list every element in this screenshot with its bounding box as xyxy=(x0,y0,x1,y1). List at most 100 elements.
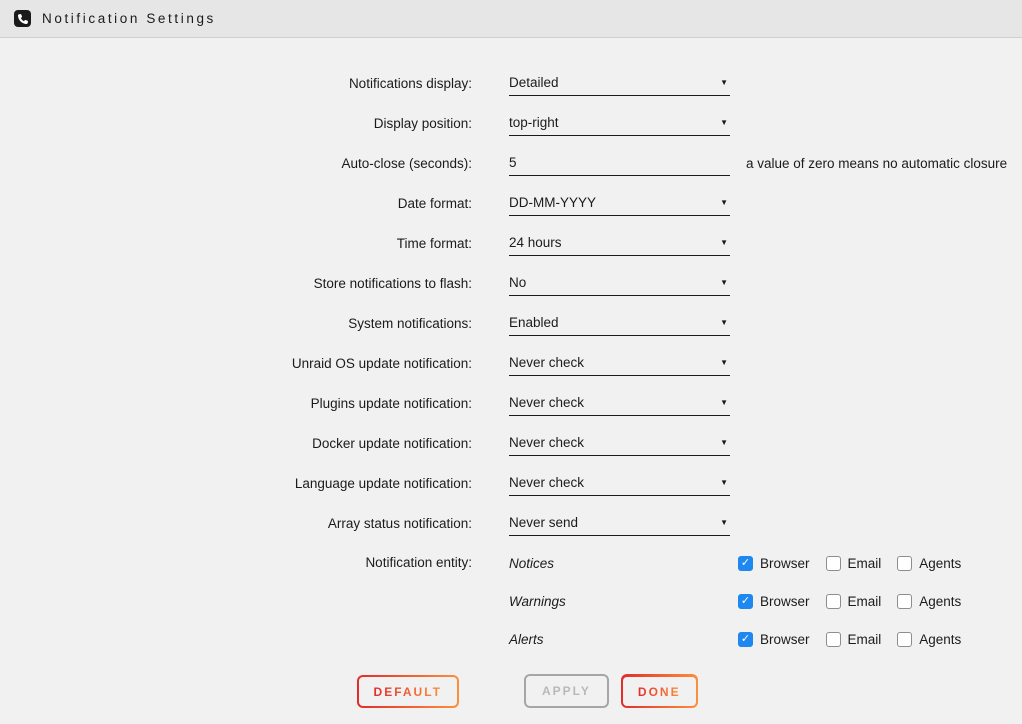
notifications-display-select[interactable]: Detailed ▼ xyxy=(509,70,730,96)
chevron-down-icon: ▼ xyxy=(720,198,728,207)
done-button[interactable]: DONE xyxy=(621,674,698,708)
select-value: Never check xyxy=(509,355,584,370)
field-label: Auto-close (seconds): xyxy=(0,144,472,184)
field-label: Notification entity: xyxy=(0,544,472,582)
field-label: System notifications: xyxy=(0,304,472,344)
checkbox-box[interactable] xyxy=(826,632,841,647)
chevron-down-icon: ▼ xyxy=(720,118,728,127)
field-label: Plugins update notification: xyxy=(0,384,472,424)
page-title: Notification Settings xyxy=(42,11,216,26)
time-format-select[interactable]: 24 hours ▼ xyxy=(509,230,730,256)
select-value: 24 hours xyxy=(509,235,562,250)
field-label: Language update notification: xyxy=(0,464,472,504)
row-time-format: Time format: 24 hours ▼ xyxy=(0,224,1022,264)
warnings-browser-checkbox[interactable]: Browser xyxy=(738,594,810,609)
array-status-notification-select[interactable]: Never send ▼ xyxy=(509,510,730,536)
row-auto-close: Auto-close (seconds): a value of zero me… xyxy=(0,144,1022,184)
select-value: Detailed xyxy=(509,75,559,90)
alerts-browser-checkbox[interactable]: Browser xyxy=(738,632,810,647)
entity-name-alerts: Alerts xyxy=(509,632,738,647)
select-value: DD-MM-YYYY xyxy=(509,195,596,210)
checkbox-label: Agents xyxy=(919,594,961,609)
field-label: Notifications display: xyxy=(0,64,472,104)
docker-update-notification-select[interactable]: Never check ▼ xyxy=(509,430,730,456)
field-label: Array status notification: xyxy=(0,504,472,544)
entity-row-warnings: Warnings Browser Email Agents xyxy=(0,582,1022,620)
checkbox-label: Browser xyxy=(760,556,810,571)
checkbox-box[interactable] xyxy=(738,632,753,647)
system-notifications-select[interactable]: Enabled ▼ xyxy=(509,310,730,336)
checkbox-box[interactable] xyxy=(826,594,841,609)
apply-button[interactable]: APPLY xyxy=(524,674,609,708)
select-value: Never send xyxy=(509,515,578,530)
entity-row-notices: Notification entity: Notices Browser Ema… xyxy=(0,544,1022,582)
warnings-email-checkbox[interactable]: Email xyxy=(826,594,882,609)
auto-close-input[interactable] xyxy=(509,150,730,176)
row-display-position: Display position: top-right ▼ xyxy=(0,104,1022,144)
checkbox-label: Email xyxy=(848,594,882,609)
chevron-down-icon: ▼ xyxy=(720,238,728,247)
row-store-notifications-to-flash: Store notifications to flash: No ▼ xyxy=(0,264,1022,304)
alerts-agents-checkbox[interactable]: Agents xyxy=(897,632,961,647)
checkbox-box[interactable] xyxy=(738,556,753,571)
field-label: Unraid OS update notification: xyxy=(0,344,472,384)
alerts-email-checkbox[interactable]: Email xyxy=(826,632,882,647)
field-label: Display position: xyxy=(0,104,472,144)
chevron-down-icon: ▼ xyxy=(720,318,728,327)
chevron-down-icon: ▼ xyxy=(720,518,728,527)
select-value: No xyxy=(509,275,526,290)
date-format-select[interactable]: DD-MM-YYYY ▼ xyxy=(509,190,730,216)
select-value: Never check xyxy=(509,475,584,490)
checkbox-box[interactable] xyxy=(897,632,912,647)
chevron-down-icon: ▼ xyxy=(720,398,728,407)
row-date-format: Date format: DD-MM-YYYY ▼ xyxy=(0,184,1022,224)
default-button[interactable]: DEFAULT xyxy=(357,675,459,708)
entity-row-alerts: Alerts Browser Email Agents xyxy=(0,620,1022,658)
checkbox-box[interactable] xyxy=(738,594,753,609)
checkbox-label: Browser xyxy=(760,594,810,609)
field-label: Docker update notification: xyxy=(0,424,472,464)
checkbox-box[interactable] xyxy=(826,556,841,571)
warnings-agents-checkbox[interactable]: Agents xyxy=(897,594,961,609)
select-value: top-right xyxy=(509,115,559,130)
checkbox-label: Browser xyxy=(760,632,810,647)
field-label: Date format: xyxy=(0,184,472,224)
select-value: Never check xyxy=(509,395,584,410)
plugins-update-notification-select[interactable]: Never check ▼ xyxy=(509,390,730,416)
phone-icon xyxy=(14,10,31,27)
chevron-down-icon: ▼ xyxy=(720,478,728,487)
auto-close-note: a value of zero means no automatic closu… xyxy=(746,144,1007,184)
buttons-row: DEFAULT APPLY DONE xyxy=(0,674,1022,708)
titlebar: Notification Settings xyxy=(0,0,1022,38)
entity-name-warnings: Warnings xyxy=(509,594,738,609)
notices-agents-checkbox[interactable]: Agents xyxy=(897,556,961,571)
checkbox-label: Email xyxy=(848,556,882,571)
row-plugins-update-notification: Plugins update notification: Never check… xyxy=(0,384,1022,424)
checkbox-box[interactable] xyxy=(897,594,912,609)
notices-browser-checkbox[interactable]: Browser xyxy=(738,556,810,571)
unraid-os-update-notification-select[interactable]: Never check ▼ xyxy=(509,350,730,376)
checkbox-box[interactable] xyxy=(897,556,912,571)
display-position-select[interactable]: top-right ▼ xyxy=(509,110,730,136)
notification-settings-form: Notifications display: Detailed ▼ Displa… xyxy=(0,38,1022,708)
row-array-status-notification: Array status notification: Never send ▼ xyxy=(0,504,1022,544)
entity-name-notices: Notices xyxy=(509,556,738,571)
select-value: Never check xyxy=(509,435,584,450)
notices-email-checkbox[interactable]: Email xyxy=(826,556,882,571)
chevron-down-icon: ▼ xyxy=(720,78,728,87)
checkbox-label: Email xyxy=(848,632,882,647)
chevron-down-icon: ▼ xyxy=(720,438,728,447)
checkbox-label: Agents xyxy=(919,632,961,647)
language-update-notification-select[interactable]: Never check ▼ xyxy=(509,470,730,496)
chevron-down-icon: ▼ xyxy=(720,278,728,287)
row-unraid-os-update-notification: Unraid OS update notification: Never che… xyxy=(0,344,1022,384)
row-language-update-notification: Language update notification: Never chec… xyxy=(0,464,1022,504)
checkbox-label: Agents xyxy=(919,556,961,571)
chevron-down-icon: ▼ xyxy=(720,358,728,367)
field-label: Store notifications to flash: xyxy=(0,264,472,304)
store-notifications-to-flash-select[interactable]: No ▼ xyxy=(509,270,730,296)
row-system-notifications: System notifications: Enabled ▼ xyxy=(0,304,1022,344)
select-value: Enabled xyxy=(509,315,559,330)
row-notifications-display: Notifications display: Detailed ▼ xyxy=(0,64,1022,104)
row-docker-update-notification: Docker update notification: Never check … xyxy=(0,424,1022,464)
